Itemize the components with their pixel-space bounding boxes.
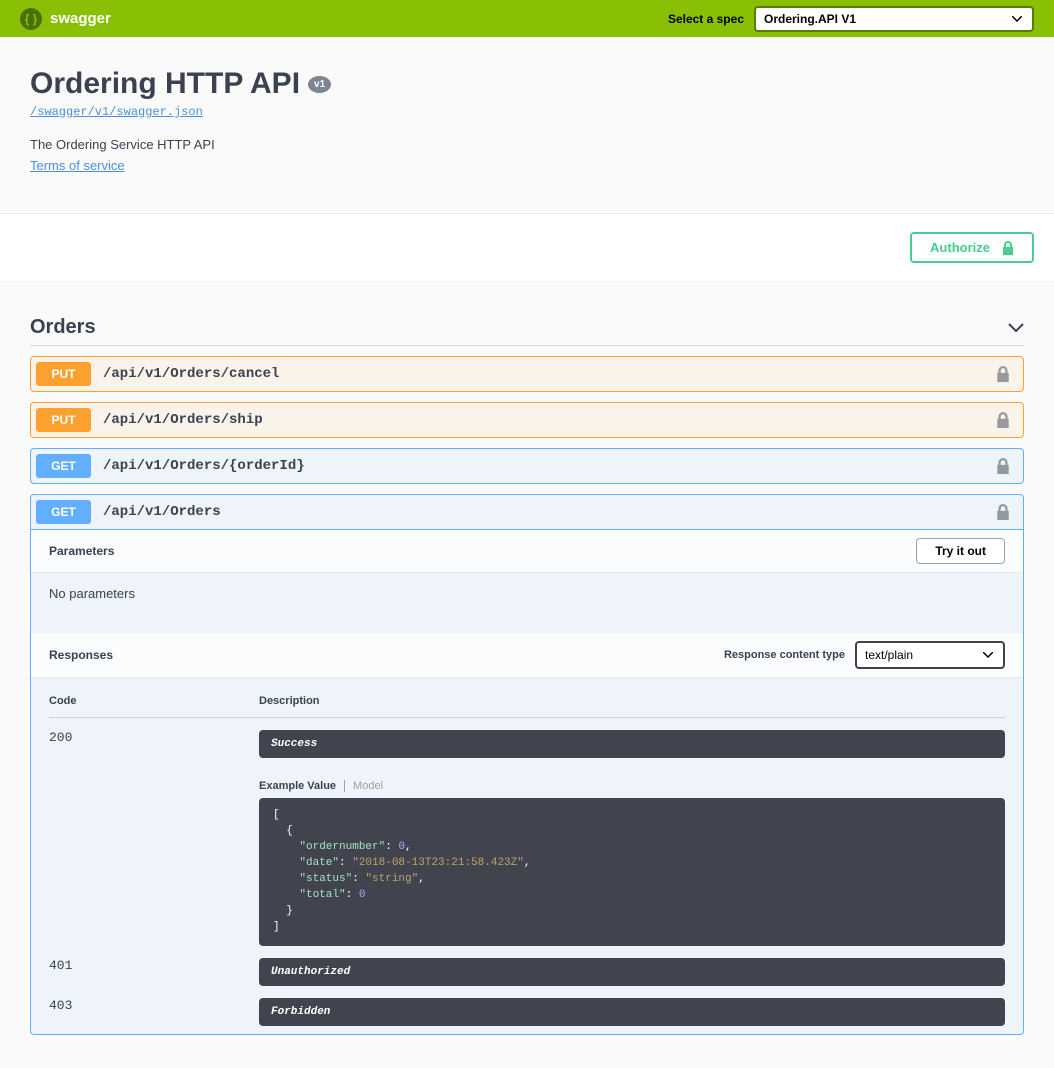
- method-badge: GET: [36, 500, 91, 524]
- topbar-brand-wrap: { } swagger: [20, 8, 111, 30]
- api-description: The Ordering Service HTTP API: [30, 137, 1034, 152]
- operation-path: /api/v1/Orders/ship: [91, 412, 996, 428]
- chevron-down-icon: [1008, 323, 1024, 333]
- spec-json-link[interactable]: /swagger/v1/swagger.json: [30, 105, 203, 119]
- spec-selector-wrap: Select a spec Ordering.API V1: [668, 6, 1034, 32]
- terms-of-service-link[interactable]: Terms of service: [30, 158, 125, 173]
- api-title: Ordering HTTP API v1: [30, 67, 1034, 101]
- content-type-wrap: Response content type text/plain: [724, 641, 1005, 669]
- code-column-header: Code: [49, 695, 259, 707]
- example-tabs: Example Value Model: [259, 780, 1005, 792]
- auth-bar: Authorize: [0, 213, 1054, 282]
- method-badge: PUT: [36, 408, 91, 432]
- operation-summary[interactable]: GET /api/v1/Orders: [31, 495, 1023, 530]
- lock-icon: [996, 412, 1010, 428]
- operation-put-ship: PUT /api/v1/Orders/ship: [30, 402, 1024, 438]
- response-code: 403: [49, 998, 259, 1026]
- operation-get-order-by-id: GET /api/v1/Orders/{orderId}: [30, 448, 1024, 484]
- lock-icon: [1002, 241, 1014, 255]
- authorize-label: Authorize: [930, 240, 990, 255]
- no-parameters-text: No parameters: [31, 572, 1023, 633]
- model-tab[interactable]: Model: [353, 780, 391, 792]
- operation-path: /api/v1/Orders/{orderId}: [91, 458, 996, 474]
- lock-icon: [996, 458, 1010, 474]
- responses-table: Code Description 200 Success Example Val…: [31, 677, 1023, 1034]
- example-value-tab[interactable]: Example Value: [259, 780, 345, 792]
- tag-name: Orders: [30, 316, 96, 339]
- method-badge: PUT: [36, 362, 91, 386]
- response-description: Forbidden: [259, 998, 1005, 1026]
- authorize-button[interactable]: Authorize: [910, 232, 1034, 263]
- method-badge: GET: [36, 454, 91, 478]
- parameters-label: Parameters: [49, 544, 114, 558]
- responses-header: Responses Response content type text/pla…: [31, 633, 1023, 677]
- content-type-label: Response content type: [724, 649, 845, 661]
- responses-table-header: Code Description: [49, 695, 1005, 718]
- operation-path: /api/v1/Orders: [91, 504, 996, 520]
- swagger-logo-icon: { }: [20, 8, 42, 30]
- main-content: Orders PUT /api/v1/Orders/cancel PUT /ap…: [0, 310, 1054, 1065]
- response-code: 200: [49, 730, 259, 946]
- api-title-text: Ordering HTTP API: [30, 67, 300, 101]
- operation-body: Parameters Try it out No parameters Resp…: [31, 530, 1023, 1034]
- responses-label: Responses: [49, 648, 113, 662]
- description-column-header: Description: [259, 695, 1005, 707]
- response-code: 401: [49, 958, 259, 986]
- spec-select-label: Select a spec: [668, 12, 744, 26]
- operation-put-cancel: PUT /api/v1/Orders/cancel: [30, 356, 1024, 392]
- response-row-403: 403 Forbidden: [49, 986, 1005, 1026]
- version-badge: v1: [308, 76, 331, 93]
- tag-header[interactable]: Orders: [30, 310, 1024, 346]
- topbar: { } swagger Select a spec Ordering.API V…: [0, 0, 1054, 37]
- response-description: Unauthorized: [259, 958, 1005, 986]
- response-description: Success: [259, 730, 1005, 758]
- operation-summary[interactable]: PUT /api/v1/Orders/ship: [31, 403, 1023, 437]
- try-it-out-button[interactable]: Try it out: [916, 538, 1005, 564]
- lock-icon: [996, 366, 1010, 382]
- example-code-block: [ { "ordernumber": 0, "date": "2018-08-1…: [259, 798, 1005, 946]
- operation-get-orders: GET /api/v1/Orders Parameters Try it out…: [30, 494, 1024, 1035]
- operation-path: /api/v1/Orders/cancel: [91, 366, 996, 382]
- response-row-200: 200 Success Example Value Model [ { "orde…: [49, 718, 1005, 946]
- response-row-401: 401 Unauthorized: [49, 946, 1005, 986]
- operation-summary[interactable]: GET /api/v1/Orders/{orderId}: [31, 449, 1023, 483]
- spec-select[interactable]: Ordering.API V1: [754, 6, 1034, 32]
- api-info: Ordering HTTP API v1 /swagger/v1/swagger…: [0, 37, 1054, 213]
- content-type-select[interactable]: text/plain: [855, 641, 1005, 669]
- parameters-header: Parameters Try it out: [31, 530, 1023, 572]
- operation-summary[interactable]: PUT /api/v1/Orders/cancel: [31, 357, 1023, 391]
- tag-section-orders: Orders PUT /api/v1/Orders/cancel PUT /ap…: [30, 310, 1024, 1035]
- brand-label: swagger: [50, 10, 111, 27]
- lock-icon: [996, 504, 1010, 520]
